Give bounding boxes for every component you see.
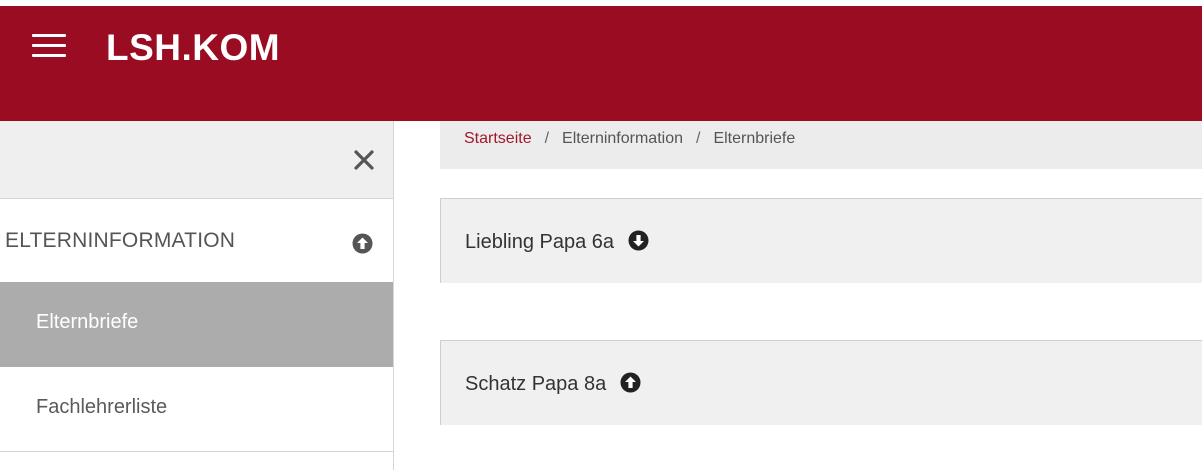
hamburger-menu-icon[interactable] bbox=[32, 30, 66, 60]
app-header: LSH.KOM bbox=[0, 6, 1202, 121]
sidebar-item-label: Fachlehrerliste bbox=[36, 396, 168, 418]
breadcrumb-item-elternbriefe: Elternbriefe bbox=[713, 130, 796, 147]
accordion-panel-schatz-papa-8a[interactable]: Schatz Papa 8a bbox=[440, 340, 1202, 425]
sidebar-section-elterninformation[interactable]: ELTERNINFORMATION bbox=[0, 200, 393, 282]
circle-arrow-up-icon[interactable] bbox=[352, 233, 373, 254]
circle-arrow-up-icon[interactable] bbox=[620, 372, 641, 393]
panel-title: Schatz Papa 8a bbox=[465, 373, 607, 395]
panel-title: Liebling Papa 6a bbox=[465, 231, 615, 253]
breadcrumb-separator: / bbox=[544, 130, 550, 147]
sidebar-header bbox=[0, 121, 393, 199]
accordion-panel-liebling-papa-6a[interactable]: Liebling Papa 6a bbox=[440, 198, 1202, 283]
brand-logo-text[interactable]: LSH.KOM bbox=[106, 28, 280, 68]
breadcrumb-separator: / bbox=[696, 130, 701, 147]
sidebar: ELTERNINFORMATION Elternbriefe Fachlehre… bbox=[0, 121, 394, 470]
sidebar-section-label: ELTERNINFORMATION bbox=[5, 229, 236, 252]
close-icon[interactable] bbox=[353, 149, 375, 171]
circle-arrow-down-icon[interactable] bbox=[628, 230, 649, 251]
sidebar-item-label: Elternbriefe bbox=[36, 311, 139, 333]
breadcrumb: Startseite / Elterninformation / Elternbrief… bbox=[440, 121, 1202, 169]
breadcrumb-item-elterninformation[interactable]: Elterninformation bbox=[562, 130, 683, 147]
sidebar-item-elternbriefe[interactable]: Elternbriefe bbox=[0, 282, 393, 367]
breadcrumb-link-startseite[interactable]: Startseite bbox=[464, 130, 532, 147]
sidebar-item-fachlehrerliste[interactable]: Fachlehrerliste bbox=[0, 367, 393, 452]
